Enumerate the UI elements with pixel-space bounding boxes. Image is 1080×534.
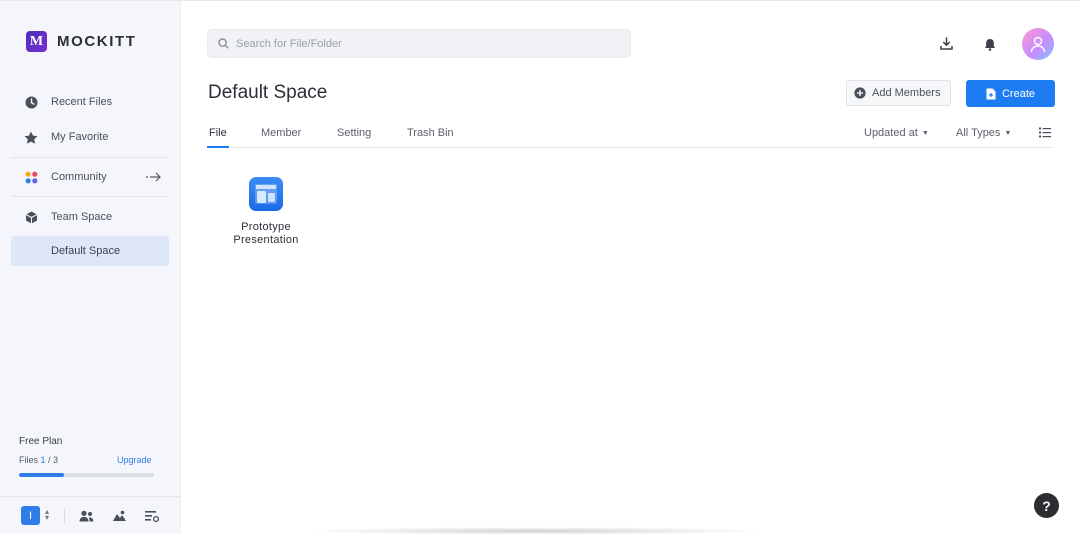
- upgrade-link[interactable]: Upgrade: [117, 455, 152, 465]
- create-button[interactable]: Create: [966, 80, 1055, 107]
- sidebar-item-label: Community: [51, 171, 107, 183]
- sidebar-item-recent-files[interactable]: Recent Files: [11, 87, 169, 117]
- brand-name: MOCKITT: [57, 33, 137, 50]
- sidebar-item-my-favorite[interactable]: My Favorite: [11, 122, 169, 152]
- apps-icon: [24, 170, 38, 184]
- tab-bar: File Member Setting Trash Bin Updated at…: [207, 125, 1054, 148]
- team-switcher-button[interactable]: I: [21, 506, 40, 525]
- cube-icon: [24, 210, 38, 224]
- app-window: M MOCKITT Recent Files My Favorite Commu…: [0, 0, 1080, 534]
- page-title: Default Space: [208, 82, 328, 103]
- logo[interactable]: M MOCKITT: [26, 31, 137, 52]
- settings-list-icon[interactable]: [144, 508, 160, 524]
- prototype-presentation-icon: [249, 177, 283, 211]
- toolbar-divider: [64, 509, 65, 523]
- file-card[interactable]: Prototype Presentation: [225, 177, 307, 247]
- list-view-icon[interactable]: [1039, 127, 1051, 138]
- type-filter-label: All Types: [956, 127, 1001, 139]
- tab-member[interactable]: Member: [261, 127, 301, 139]
- add-members-button[interactable]: Add Members: [846, 80, 951, 106]
- search-input[interactable]: [236, 37, 606, 50]
- tab-setting[interactable]: Setting: [337, 127, 371, 139]
- user-avatar[interactable]: [1022, 28, 1054, 60]
- cloud-icon[interactable]: [111, 508, 127, 524]
- plan-title: Free Plan: [19, 436, 63, 447]
- caret-down-icon: ▼: [1004, 129, 1012, 137]
- star-icon: [24, 130, 38, 144]
- plan-usage-bar: [19, 473, 154, 477]
- plan-file-count: Files 1 / 3: [19, 455, 59, 465]
- sidebar-item-team-space[interactable]: Team Space: [11, 202, 169, 232]
- sidebar-item-default-space[interactable]: Default Space: [11, 236, 169, 266]
- file-name: Prototype Presentation: [233, 221, 299, 246]
- new-file-icon: [986, 88, 996, 100]
- active-tab-indicator: [207, 146, 229, 148]
- sidebar-divider: [11, 196, 169, 197]
- type-filter-dropdown[interactable]: All Types ▼: [956, 127, 1011, 139]
- updown-icon[interactable]: ▴ ▾: [45, 508, 49, 522]
- caret-down-icon: ▼: [921, 129, 929, 137]
- sort-label: Updated at: [864, 127, 918, 139]
- clock-icon: [24, 95, 38, 109]
- sidebar-item-community[interactable]: Community: [11, 162, 169, 192]
- sort-dropdown[interactable]: Updated at ▼: [864, 127, 929, 139]
- notification-bell-icon[interactable]: [981, 35, 999, 53]
- plus-circle-icon: [854, 87, 866, 99]
- sidebar-item-label: Default Space: [51, 245, 121, 257]
- sidebar-item-label: My Favorite: [51, 131, 109, 143]
- sidebar-divider: [11, 157, 169, 158]
- help-button[interactable]: ?: [1034, 493, 1059, 518]
- search-icon: [218, 38, 229, 49]
- create-label: Create: [1001, 87, 1036, 100]
- logo-mark-icon: M: [26, 31, 47, 52]
- sidebar-toolbar: I ▴ ▾: [0, 496, 181, 534]
- download-icon[interactable]: [937, 34, 955, 52]
- arrow-right-icon: [146, 170, 161, 185]
- add-members-label: Add Members: [872, 87, 941, 99]
- team-members-icon[interactable]: [78, 508, 94, 524]
- search-bar[interactable]: [207, 29, 631, 58]
- tab-trash-bin[interactable]: Trash Bin: [407, 127, 454, 139]
- sidebar-item-label: Recent Files: [51, 96, 113, 108]
- bottom-shadow: [300, 527, 770, 534]
- sidebar: M MOCKITT Recent Files My Favorite Commu…: [0, 1, 181, 534]
- tab-file[interactable]: File: [209, 127, 227, 139]
- sidebar-item-label: Team Space: [51, 211, 113, 223]
- plan-usage-fill: [19, 473, 64, 477]
